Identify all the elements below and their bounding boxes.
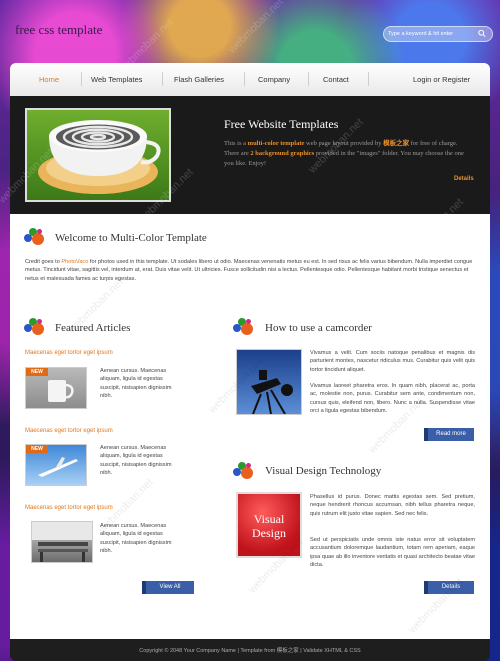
new-badge: NEW <box>26 368 48 376</box>
photo-credit-link[interactable]: PhotoVaco <box>61 259 88 265</box>
visual-design-title: Visual Design Technology <box>265 465 382 477</box>
camera-silhouette-image <box>251 370 293 414</box>
login-register-link[interactable]: Login or Register <box>413 75 470 84</box>
color-dots-icon <box>24 318 48 338</box>
bench-image <box>32 522 92 562</box>
visual-design-paragraph-1: Phasellus id purus. Donec mattis egestas… <box>310 494 475 517</box>
banner-title: Free Website Templates <box>224 117 339 131</box>
nav-contact[interactable]: Contact <box>323 75 349 84</box>
nav-divider <box>308 72 309 86</box>
article-title-link[interactable]: Maecenas eget tortor eget ipsum <box>25 428 113 434</box>
article-thumbnail[interactable] <box>31 521 93 563</box>
nav-divider <box>244 72 245 86</box>
view-all-button[interactable]: View All <box>142 581 194 594</box>
color-dots-icon <box>233 462 257 482</box>
footer: Copyright © 2048 Your Company Name | Tem… <box>10 639 490 661</box>
welcome-text: Credit goes to PhotoVaco for photos used… <box>25 259 473 282</box>
search-icon[interactable] <box>478 29 486 38</box>
article-thumbnail[interactable]: NEW <box>25 444 87 486</box>
details-button[interactable]: Details <box>424 581 474 594</box>
camcorder-paragraph-1: Vivamus a velit. Cum sociis natoque pena… <box>310 350 475 373</box>
color-dots-icon <box>233 318 257 338</box>
nav-company[interactable]: Company <box>258 75 290 84</box>
camcorder-image <box>236 349 302 415</box>
banner-text: This is a multi-color template web page … <box>224 140 464 167</box>
watermark-text: webmoban.net <box>226 0 286 56</box>
visual-design-image: Visual Design <box>236 492 302 558</box>
site-name: free css template <box>15 22 103 37</box>
nav-divider <box>162 72 163 86</box>
color-dots-icon <box>24 228 48 248</box>
nav-divider <box>81 72 82 86</box>
read-more-button[interactable]: Read more <box>424 428 474 441</box>
nav-home[interactable]: Home <box>39 75 59 84</box>
hero-banner: Free Website Templates This is a multi-c… <box>10 96 490 214</box>
camcorder-title: How to use a camcorder <box>265 322 372 334</box>
article-thumbnail[interactable]: NEW <box>25 367 87 409</box>
camcorder-paragraph-2: Vivamus laoreet pharetra eros. In quam n… <box>310 383 475 415</box>
article-title-link[interactable]: Maecenas eget tortor eget ipsum <box>25 350 113 356</box>
article-summary: Aenean cursus. Maecenas aliquam, ligula … <box>100 368 172 400</box>
featured-articles-title: Featured Articles <box>55 322 131 334</box>
new-badge: NEW <box>26 445 48 453</box>
main-nav: Home Web Templates Flash Galleries Compa… <box>10 63 490 96</box>
article-summary: Aenean cursus. Maecenas aliquam, ligula … <box>100 523 172 555</box>
search-box[interactable] <box>383 26 493 42</box>
nav-web-templates[interactable]: Web Templates <box>91 75 142 84</box>
hero-image <box>25 108 171 202</box>
article-summary: Aenean cursus. Maecenas aliquam, ligula … <box>100 445 172 477</box>
visual-design-paragraph-2: Sed ut perspiciatis unde omnis iste natu… <box>310 537 475 569</box>
footer-text: Copyright © 2048 Your Company Name | Tem… <box>139 648 361 654</box>
visual-design-image-text: Visual Design <box>252 512 286 540</box>
welcome-title: Welcome to Multi-Color Template <box>55 232 207 244</box>
coffee-cup-image <box>38 120 161 194</box>
nav-flash-galleries[interactable]: Flash Galleries <box>174 75 224 84</box>
search-input[interactable] <box>388 29 472 39</box>
main-content: Welcome to Multi-Color Template Credit g… <box>10 214 490 639</box>
nav-divider <box>368 72 369 86</box>
banner-details-link[interactable]: Details <box>454 176 474 182</box>
article-title-link[interactable]: Maecenas eget tortor eget ipsum <box>25 505 113 511</box>
